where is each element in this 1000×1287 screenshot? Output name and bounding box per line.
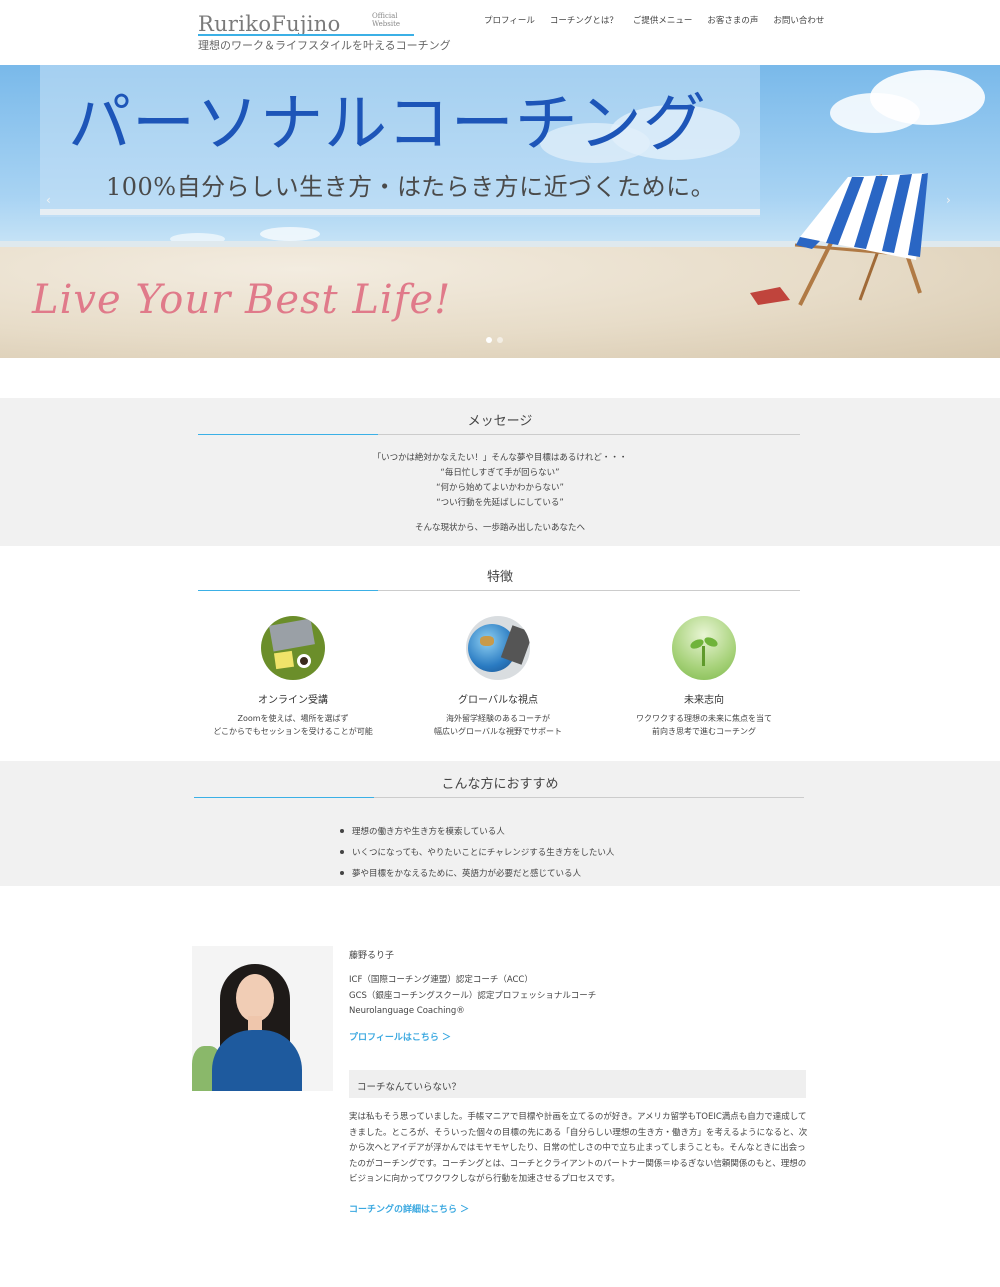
cloud — [260, 227, 320, 241]
list-item: 夢や目標をかなえるために、英語力が必要だと感じている人 — [340, 862, 614, 883]
nav-menu[interactable]: ご提供メニュー — [633, 14, 693, 26]
hero-script-text: Live Your Best Life! — [32, 277, 452, 323]
feature-desc-line: 前向き思考で進むコーチング — [652, 727, 756, 736]
message-title: メッセージ — [467, 414, 533, 429]
feature-title: グローバルな視点 — [458, 695, 538, 706]
profile-name: 藤野るり子 — [349, 951, 395, 961]
nav-about-coaching[interactable]: コーチングとは？ — [550, 14, 618, 26]
logo-name: RurikoFujino — [198, 12, 341, 36]
section-divider-accent — [198, 434, 378, 435]
logo-underline — [198, 34, 414, 36]
slider-prev-arrow[interactable]: ‹ — [46, 193, 51, 207]
credential-line: Neurolanguage Coaching® — [349, 1006, 465, 1016]
message-line: 「いつかは絶対かなえたい！」そんな夢や目標はあるけれど・・・ — [372, 453, 628, 463]
feature-title: オンライン受講 — [258, 695, 328, 706]
feature-desc-line: どこからでもセッションを受けることが可能 — [213, 727, 373, 736]
hero-banner-stripe — [40, 209, 760, 215]
slider-dot[interactable] — [497, 337, 503, 343]
list-item-text: いくつになっても、やりたいことにチャレンジする生き方をしたい人 — [352, 847, 615, 858]
coaching-detail-link[interactable]: コーチングの詳細はこちら ＞ — [349, 1202, 469, 1215]
beach-chair-image — [750, 173, 928, 306]
credential-line: ICF（国際コーチング連盟）認定コーチ（ACC） — [349, 975, 533, 985]
slider-next-arrow[interactable]: › — [946, 193, 951, 207]
feature-desc-line: Zoomを使えば、場所を選ばず — [237, 714, 349, 723]
features-title: 特徴 — [486, 570, 513, 585]
feature-desc-line: 海外留学経験のあるコーチが — [446, 714, 550, 723]
list-item: 理想の働き方や生き方を模索している人 — [340, 820, 614, 841]
profile-credentials: ICF（国際コーチング連盟）認定コーチ（ACC） GCS（銀座コーチングスクール… — [349, 973, 596, 1020]
list-item-text: 理想の働き方や生き方を模索している人 — [352, 826, 505, 837]
laptop-desk-icon — [261, 616, 325, 680]
site-header: RurikoFujino Official Website 理想のワーク＆ライフ… — [0, 0, 1000, 65]
bullet-icon — [340, 828, 344, 833]
feature-description: Zoomを使えば、場所を選ばず どこからでもセッションを受けることが可能 — [193, 712, 393, 738]
message-section: メッセージ 「いつかは絶対かなえたい！」そんな夢や目標はあるけれど・・・ “毎日… — [0, 398, 1000, 546]
callout-heading-box: コーチなんていらない？ — [349, 1070, 806, 1098]
credential-line: GCS（銀座コーチングスクール）認定プロフェッショナルコーチ — [349, 990, 597, 1001]
logo-official-label: Official Website — [372, 12, 401, 28]
logo-tagline: 理想のワーク＆ライフスタイルを叶えるコーチング — [198, 39, 451, 52]
nav-testimonials[interactable]: お客さまの声 — [707, 14, 758, 26]
hero-subtitle: 100%自分らしい生き方・はたらき方に近づくために。 — [106, 173, 716, 201]
message-line: “つい行動を先延ばしにしている” — [436, 498, 564, 508]
features-section: 特徴 オンライン受講 Zoomを使えば、場所を選ばず どこからでもセッションを受… — [0, 546, 1000, 761]
recommend-list: 理想の働き方や生き方を模索している人 いくつになっても、やりたいことにチャレンジ… — [340, 820, 614, 883]
recommend-section: こんな方におすすめ 理想の働き方や生き方を模索している人 いくつになっても、やり… — [0, 761, 1000, 886]
bullet-icon — [340, 870, 344, 875]
hero-title: パーソナルコーチング — [68, 87, 707, 160]
nav-profile[interactable]: プロフィール — [484, 14, 535, 26]
profile-body-text: 実は私もそう思っていました。手帳マニアで目標や計画を立てるのが好き。アメリカ留学… — [349, 1112, 808, 1184]
message-closing: そんな現状から、一歩踏み出したいあなたへ — [414, 523, 585, 533]
feature-card: オンライン受講 Zoomを使えば、場所を選ばず どこからでもセッションを受けるこ… — [193, 616, 393, 738]
nav-contact[interactable]: お問い合わせ — [773, 14, 824, 26]
list-item-text: 夢や目標をかなえるために、英語力が必要だと感じている人 — [352, 868, 581, 879]
sprout-icon — [672, 616, 736, 680]
profile-link[interactable]: プロフィールはこちら ＞ — [349, 1030, 451, 1043]
feature-card: 未来志向 ワクワクする理想の未来に焦点を当て 前向き思考で進むコーチング — [604, 616, 804, 738]
feature-title: 未来志向 — [684, 695, 724, 706]
feature-description: 海外留学経験のあるコーチが 幅広いグローバルな視野でサポート — [398, 712, 598, 738]
cloud — [830, 93, 920, 133]
feature-description: ワクワクする理想の未来に焦点を当て 前向き思考で進むコーチング — [604, 712, 804, 738]
bullet-icon — [340, 849, 344, 854]
profile-photo — [192, 946, 333, 1091]
section-divider-accent — [194, 797, 374, 798]
slider-dots — [486, 337, 503, 343]
feature-desc-line: 幅広いグローバルな視野でサポート — [434, 727, 562, 736]
list-item: いくつになっても、やりたいことにチャレンジする生き方をしたい人 — [340, 841, 614, 862]
slider-dot[interactable] — [486, 337, 492, 343]
section-divider-accent — [198, 590, 378, 591]
main-nav: プロフィール コーチングとは？ ご提供メニュー お客さまの声 お問い合わせ — [484, 14, 824, 26]
site-logo[interactable]: RurikoFujino Official Website 理想のワーク＆ライフ… — [198, 12, 451, 56]
message-line: “毎日忙しすぎて手が回らない” — [440, 468, 560, 478]
message-line: “何から始めてよいかわからない” — [436, 483, 564, 493]
hero-slider: パーソナルコーチング 100%自分らしい生き方・はたらき方に近づくために。 Li… — [0, 65, 1000, 358]
recommend-title: こんな方におすすめ — [441, 777, 559, 792]
globe-icon — [466, 616, 530, 680]
feature-desc-line: ワクワクする理想の未来に焦点を当て — [636, 714, 772, 723]
feature-card: グローバルな視点 海外留学経験のあるコーチが 幅広いグローバルな視野でサポート — [398, 616, 598, 738]
